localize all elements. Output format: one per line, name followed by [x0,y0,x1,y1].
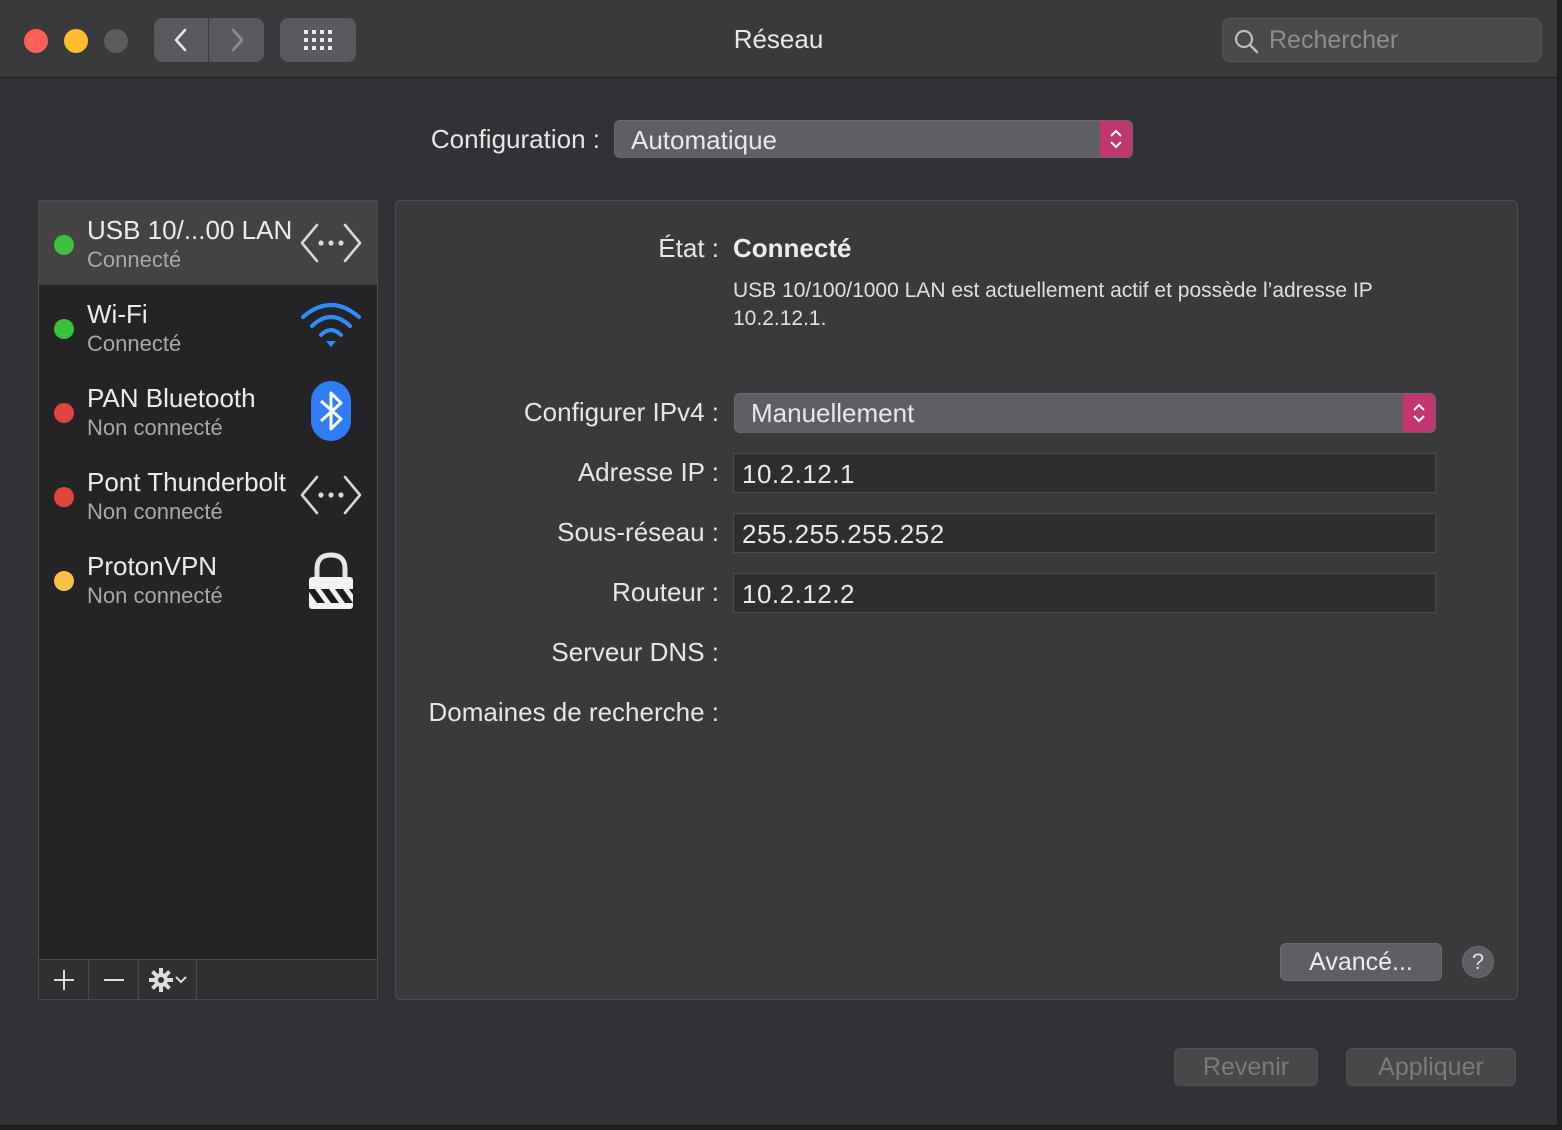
configuration-label: Configuration : [430,124,600,154]
service-item[interactable]: PAN Bluetooth Non connecté [39,369,377,453]
dns-server-label: Serveur DNS : [551,637,719,667]
state-label: État : [658,233,719,263]
service-status: Non connecté [87,583,223,608]
remove-service-button[interactable] [89,960,139,999]
service-status: Non connecté [87,499,223,524]
service-item[interactable]: Pont Thunderbolt Non connecté [39,453,377,537]
add-service-button[interactable] [39,960,89,999]
chevron-down-icon [174,975,187,983]
service-status: Connecté [87,247,182,272]
service-name: Pont Thunderbolt [87,467,286,497]
status-dot [54,487,74,507]
router-value: 10.2.12.2 [742,579,855,609]
bluetooth-icon [299,379,363,443]
service-status: Non connecté [87,415,223,440]
service-detail-panel: État : Connecté USB 10/100/1000 LAN est … [395,200,1518,1000]
popup-stepper-icon [1403,394,1435,432]
minus-icon [103,978,124,981]
vpn-lock-icon [299,547,363,611]
subnet-mask-field[interactable]: 255.255.255.252 [733,513,1436,553]
router-field[interactable]: 10.2.12.2 [733,573,1436,613]
state-value: Connecté [733,233,852,263]
ip-address-field[interactable]: 10.2.12.1 [733,453,1436,493]
subnet-mask-label: Sous-réseau : [557,517,719,547]
service-item[interactable]: USB 10/...00 LAN Connecté [39,201,377,285]
service-name: Wi-Fi [87,299,148,329]
network-preferences-window: Réseau Rechercher Configuration : Automa… [0,0,1558,1126]
status-dot [54,571,74,591]
gear-icon [148,967,173,992]
status-dot [54,319,74,339]
service-item[interactable]: Wi-Fi Connecté [39,285,377,369]
wifi-icon [299,295,363,359]
popup-stepper-icon [1100,121,1132,157]
status-dot [54,403,74,423]
title-bar: Réseau Rechercher [0,0,1557,78]
apply-button[interactable]: Appliquer [1346,1048,1516,1086]
router-label: Routeur : [612,577,719,607]
ip-address-label: Adresse IP : [577,457,719,487]
advanced-button[interactable]: Avancé... [1280,943,1442,981]
service-list: USB 10/...00 LAN Connecté Wi-Fi Connecté PAN… [38,200,378,1000]
search-placeholder: Rechercher [1269,26,1399,54]
status-dot [54,235,74,255]
ethernet-arrows-icon [299,211,363,275]
revert-button[interactable]: Revenir [1174,1048,1318,1086]
service-name: PAN Bluetooth [87,383,256,413]
search-domains-label: Domaines de recherche : [428,697,719,727]
service-name: USB 10/...00 LAN [87,215,293,245]
service-status: Connecté [87,331,182,356]
ip-address-value: 10.2.12.1 [742,459,855,489]
configure-ipv4-label: Configurer IPv4 : [523,397,719,427]
ethernet-arrows-icon [299,463,363,527]
state-description: USB 10/100/1000 LAN est actuellement act… [733,279,1373,330]
search-icon [1234,29,1259,54]
subnet-mask-value: 255.255.255.252 [742,519,945,549]
configuration-value: Automatique [631,125,777,155]
search-field[interactable]: Rechercher [1222,18,1542,62]
configuration-popup[interactable]: Automatique [614,120,1133,158]
configure-ipv4-popup[interactable]: Manuellement [734,393,1436,433]
plus-icon [53,969,74,990]
service-item[interactable]: ProtonVPN Non connecté [39,537,377,621]
action-menu-button[interactable] [139,960,197,999]
configure-ipv4-value: Manuellement [751,398,915,428]
service-name: ProtonVPN [87,551,218,581]
service-list-toolbar [39,959,377,999]
help-button[interactable]: ? [1462,946,1494,978]
